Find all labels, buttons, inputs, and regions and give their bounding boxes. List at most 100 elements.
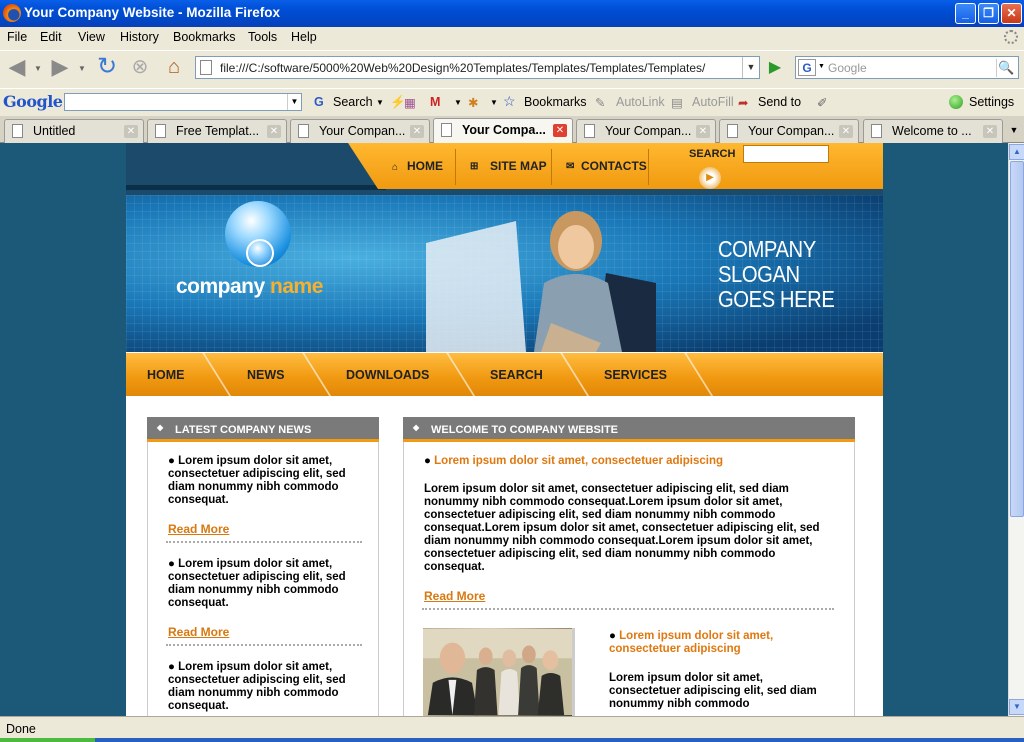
close-tab-icon[interactable]: ✕ xyxy=(124,125,138,138)
close-tab-icon[interactable]: ✕ xyxy=(553,124,567,137)
tab-free-templates[interactable]: Free Templat... ✕ xyxy=(147,119,287,143)
close-tab-icon[interactable]: ✕ xyxy=(983,125,997,138)
main-nav-search[interactable]: SEARCH xyxy=(490,368,543,382)
status-text: Done xyxy=(6,722,36,736)
close-tab-icon[interactable]: ✕ xyxy=(839,125,853,138)
menu-edit[interactable]: Edit xyxy=(40,30,62,44)
bookmarks-star-icon[interactable]: ☆ xyxy=(503,93,516,110)
tab-your-company-3[interactable]: Your Compan... ✕ xyxy=(719,119,859,143)
header-banner: company name COMPANY SLOGAN GOES HERE xyxy=(126,195,883,352)
tab-your-company-active[interactable]: Your Compa... ✕ xyxy=(433,118,573,143)
welcome-headline-2-text: Lorem ipsum dolor sit amet, consectetuer… xyxy=(609,630,774,655)
google-bookmarks-button[interactable]: Bookmarks xyxy=(524,95,587,109)
url-text[interactable]: file:///C:/software/5000%20Web%20Design%… xyxy=(220,61,740,75)
top-nav-contacts[interactable]: CONTACTS xyxy=(581,159,647,173)
google-search-dropdown[interactable]: ▼ xyxy=(376,98,384,107)
url-history-dropdown-icon[interactable]: ▼ xyxy=(742,57,759,78)
main-nav-downloads[interactable]: DOWNLOADS xyxy=(346,368,429,382)
tab-list-icon[interactable]: ▼ xyxy=(1006,121,1022,139)
close-window-button[interactable]: ✕ xyxy=(1001,3,1022,24)
tab-welcome[interactable]: Welcome to ... ✕ xyxy=(863,119,1003,143)
close-tab-icon[interactable]: ✕ xyxy=(696,125,710,138)
google-toolbar: Google ▼ G Search ▼ ⚡ ▦ M ▼ ✱ ▼ ☆ Bookma… xyxy=(0,88,1024,115)
window-title-bar: Your Company Website - Mozilla Firefox _… xyxy=(0,0,1024,27)
close-tab-icon[interactable]: ✕ xyxy=(267,125,281,138)
news-item: ● Lorem ipsum dolor sit amet, consectetu… xyxy=(168,455,346,506)
main-nav-divider xyxy=(560,353,590,397)
vertical-scrollbar[interactable]: ▲ ▼ xyxy=(1008,143,1024,716)
menu-view[interactable]: View xyxy=(78,30,105,44)
search-bar[interactable]: G ▼ Google 🔍 xyxy=(795,56,1019,79)
gmail-dropdown[interactable]: ▼ xyxy=(454,98,462,107)
google-search-dropdown-icon[interactable]: ▼ xyxy=(287,94,301,110)
home-icon[interactable]: ⌂ xyxy=(162,56,186,80)
scroll-up-icon[interactable]: ▲ xyxy=(1009,144,1024,160)
menu-file[interactable]: File xyxy=(7,30,27,44)
menu-history[interactable]: History xyxy=(120,30,159,44)
back-dropdown-icon[interactable]: ▼ xyxy=(34,64,42,73)
page-icon xyxy=(200,60,212,75)
stop-icon[interactable]: ⊗ xyxy=(128,56,152,80)
menu-bookmarks[interactable]: Bookmarks xyxy=(173,30,236,44)
minimize-button[interactable]: _ xyxy=(955,3,976,24)
sitemap-icon: ⊞ xyxy=(470,161,479,172)
search-input[interactable]: Google xyxy=(828,61,867,75)
site-search-go-icon[interactable]: ▶ xyxy=(699,167,721,189)
top-nav-home[interactable]: HOME xyxy=(407,159,443,173)
address-bar[interactable]: file:///C:/software/5000%20Web%20Design%… xyxy=(195,56,760,79)
business-team-photo xyxy=(423,628,575,716)
forward-icon[interactable]: ▶ xyxy=(48,56,72,80)
reload-icon[interactable]: ↻ xyxy=(95,55,119,80)
highlighter-icon[interactable]: ✐ xyxy=(817,95,827,110)
main-nav-home[interactable]: HOME xyxy=(147,368,185,382)
maximize-button[interactable]: ❐ xyxy=(978,3,999,24)
gmail-icon[interactable]: M xyxy=(430,95,440,109)
company-name-logo[interactable]: company name xyxy=(176,275,323,299)
welcome-read-more-link[interactable]: Read More xyxy=(424,589,485,603)
tab-untitled[interactable]: Untitled ✕ xyxy=(4,119,144,143)
bullet-icon: ● xyxy=(609,630,616,642)
header-bullet-icon: ◆ xyxy=(157,423,164,432)
latest-news-title: LATEST COMPANY NEWS xyxy=(175,424,312,436)
top-nav-divider xyxy=(455,149,456,185)
send-to-button[interactable]: Send to xyxy=(758,95,801,109)
news-dropdown[interactable]: ▼ xyxy=(490,98,498,107)
top-nav-sitemap[interactable]: SITE MAP xyxy=(490,159,547,173)
google-search-button[interactable]: Search xyxy=(333,95,373,109)
status-green-icon xyxy=(949,95,963,109)
autofill-button[interactable]: AutoFill xyxy=(692,95,734,109)
businesswoman-photo xyxy=(426,211,656,352)
scroll-thumb[interactable] xyxy=(1010,161,1024,517)
search-icon[interactable]: 🔍 xyxy=(996,59,1016,77)
settings-button[interactable]: Settings xyxy=(969,95,1014,109)
menu-tools[interactable]: Tools xyxy=(248,30,277,44)
pagerank-icon[interactable]: ▦ xyxy=(404,95,416,110)
search-engine-dropdown-icon[interactable]: ▼ xyxy=(818,63,825,70)
autolink-button[interactable]: AutoLink xyxy=(616,95,665,109)
tab-title: Welcome to ... xyxy=(892,124,972,138)
main-nav-news[interactable]: NEWS xyxy=(247,368,285,382)
tab-title: Untitled xyxy=(33,124,76,138)
menu-help[interactable]: Help xyxy=(291,30,317,44)
go-icon[interactable]: ▶ xyxy=(765,58,785,78)
throbber-icon xyxy=(1004,30,1018,44)
read-more-link[interactable]: Read More xyxy=(168,522,229,536)
news-icon[interactable]: ✱ xyxy=(468,95,478,110)
site-search-input[interactable] xyxy=(743,145,829,163)
read-more-link[interactable]: Read More xyxy=(168,625,229,639)
website: ⌂ HOME ⊞ SITE MAP ✉ CONTACTS SEARCH ▶ co… xyxy=(126,143,883,716)
close-tab-icon[interactable]: ✕ xyxy=(410,125,424,138)
top-nav-divider xyxy=(551,149,552,185)
logo-name-word: name xyxy=(270,275,323,298)
main-nav-services[interactable]: SERVICES xyxy=(604,368,667,382)
search-engine-icon[interactable]: G xyxy=(798,59,816,76)
back-icon[interactable]: ◀ xyxy=(5,56,29,80)
scroll-down-icon[interactable]: ▼ xyxy=(1009,699,1024,715)
welcome-body-text: Lorem ipsum dolor sit amet, consectetuer… xyxy=(424,483,820,573)
google-search-input[interactable]: ▼ xyxy=(64,93,302,111)
menu-bar: File Edit View History Bookmarks Tools H… xyxy=(0,27,1024,49)
tab-your-company-1[interactable]: Your Compan... ✕ xyxy=(290,119,430,143)
tab-your-company-2[interactable]: Your Compan... ✕ xyxy=(576,119,716,143)
forward-dropdown-icon[interactable]: ▼ xyxy=(78,64,86,73)
news-item-text: Lorem ipsum dolor sit amet, consectetuer… xyxy=(168,661,346,712)
